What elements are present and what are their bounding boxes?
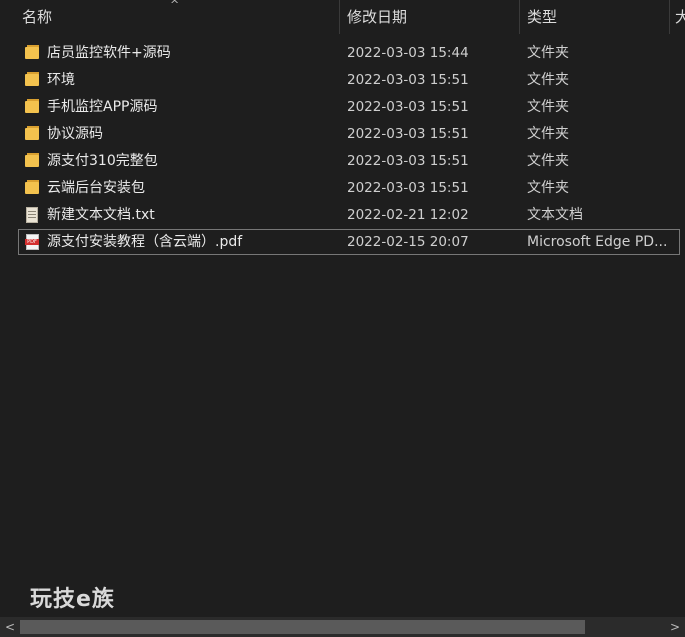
folder-icon: [25, 126, 39, 142]
file-row[interactable]: 新建文本文档.txt 2022-02-21 12:02 文本文档: [18, 202, 680, 228]
column-header-bar: 名称 ^ 修改日期 类型 大: [0, 0, 685, 34]
scroll-right-icon[interactable]: >: [666, 618, 684, 636]
file-name: 云端后台安装包: [47, 180, 145, 196]
file-name: 协议源码: [47, 126, 103, 142]
file-type: 文件夹: [527, 72, 569, 88]
file-row[interactable]: 协议源码 2022-03-03 15:51 文件夹: [18, 121, 680, 147]
horizontal-scrollbar[interactable]: < >: [0, 617, 685, 637]
file-date: 2022-03-03 15:51: [347, 153, 469, 169]
column-header-type[interactable]: 类型: [519, 0, 669, 34]
pdf-file-icon: PDF: [25, 234, 39, 250]
file-date: 2022-02-15 20:07: [347, 234, 469, 250]
file-type: 文本文档: [527, 207, 583, 223]
file-row[interactable]: 云端后台安装包 2022-03-03 15:51 文件夹: [18, 175, 680, 201]
file-row-selected[interactable]: PDF 源支付安装教程（含云端）.pdf 2022-02-15 20:07 Mi…: [18, 229, 680, 255]
file-date: 2022-03-03 15:51: [347, 180, 469, 196]
watermark-logo: 玩技e族: [30, 587, 115, 612]
file-name: 源支付安装教程（含云端）.pdf: [47, 234, 243, 250]
file-date: 2022-03-03 15:51: [347, 126, 469, 142]
folder-icon: [25, 153, 39, 169]
file-name: 新建文本文档.txt: [47, 207, 155, 223]
file-date: 2022-03-03 15:44: [347, 45, 469, 61]
file-row[interactable]: 环境 2022-03-03 15:51 文件夹: [18, 67, 680, 93]
scroll-left-icon[interactable]: <: [1, 618, 19, 636]
folder-icon: [25, 45, 39, 61]
folder-icon: [25, 72, 39, 88]
file-name: 源支付310完整包: [47, 153, 158, 169]
file-row[interactable]: 店员监控软件+源码 2022-03-03 15:44 文件夹: [18, 40, 680, 66]
scrollbar-thumb[interactable]: [20, 620, 585, 634]
file-row[interactable]: 手机监控APP源码 2022-03-03 15:51 文件夹: [18, 94, 680, 120]
file-type: 文件夹: [527, 45, 569, 61]
file-name: 店员监控软件+源码: [47, 45, 171, 61]
folder-icon: [25, 99, 39, 115]
file-type: 文件夹: [527, 180, 569, 196]
text-file-icon: [25, 207, 39, 223]
file-type: 文件夹: [527, 126, 569, 142]
column-header-size[interactable]: 大: [669, 0, 685, 34]
sort-ascending-icon: ^: [170, 0, 180, 11]
folder-icon: [25, 180, 39, 196]
file-type: 文件夹: [527, 99, 569, 115]
file-name: 环境: [47, 72, 75, 88]
file-type: Microsoft Edge PD...: [527, 234, 668, 250]
file-name: 手机监控APP源码: [47, 99, 158, 115]
file-type: 文件夹: [527, 153, 569, 169]
file-date: 2022-02-21 12:02: [347, 207, 469, 223]
column-header-date[interactable]: 修改日期: [339, 0, 519, 34]
file-date: 2022-03-03 15:51: [347, 72, 469, 88]
file-row[interactable]: 源支付310完整包 2022-03-03 15:51 文件夹: [18, 148, 680, 174]
file-date: 2022-03-03 15:51: [347, 99, 469, 115]
